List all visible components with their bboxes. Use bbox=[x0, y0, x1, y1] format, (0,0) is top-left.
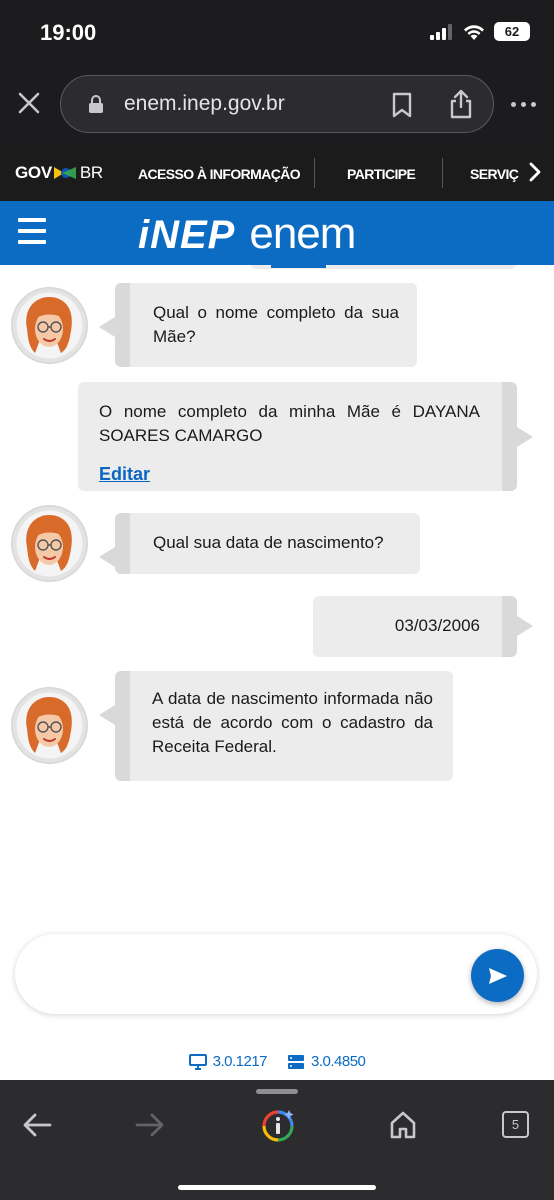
more-options-icon[interactable] bbox=[511, 102, 536, 107]
bot-message-text: A data de nascimento informada não está … bbox=[152, 689, 433, 756]
user-message-text: O nome completo da minha Mãe é DAYANA SO… bbox=[99, 402, 480, 445]
edit-link[interactable]: Editar bbox=[99, 462, 480, 486]
bot-message: A data de nascimento informada não está … bbox=[99, 671, 453, 781]
address-bar[interactable]: enem.inep.gov.br bbox=[60, 75, 494, 133]
chevron-right-icon[interactable] bbox=[528, 162, 542, 182]
home-indicator bbox=[178, 1185, 376, 1190]
home-icon[interactable] bbox=[389, 1110, 417, 1140]
bot-avatar bbox=[11, 287, 88, 364]
sheet-handle[interactable] bbox=[256, 1089, 298, 1094]
nav-divider bbox=[314, 158, 315, 188]
bot-message-text: Qual sua data de nascimento? bbox=[153, 533, 384, 552]
server-icon bbox=[288, 1054, 304, 1069]
wifi-icon bbox=[464, 24, 484, 40]
bot-message: Qual sua data de nascimento? bbox=[99, 513, 420, 574]
back-arrow-icon[interactable] bbox=[22, 1112, 52, 1138]
nav-link-acesso[interactable]: ACESSO À INFORMAÇÃO bbox=[138, 166, 301, 182]
monitor-icon bbox=[188, 1053, 207, 1070]
brand-inep: iNEP bbox=[138, 213, 236, 257]
backend-version: 3.0.4850 bbox=[287, 1053, 366, 1070]
brand-enem: enem bbox=[249, 209, 356, 258]
bot-avatar bbox=[11, 505, 88, 582]
gov-br-flag-icon bbox=[53, 167, 76, 179]
status-time: 19:00 bbox=[40, 20, 97, 45]
nav-link-servicos[interactable]: SERVIÇ bbox=[470, 166, 522, 182]
close-icon[interactable] bbox=[16, 90, 42, 116]
bot-avatar-icon bbox=[12, 288, 87, 363]
chat-area[interactable]: Qual o nome completo da sua Mãe? O nome … bbox=[0, 265, 554, 925]
bot-avatar bbox=[11, 687, 88, 764]
site-header: iNEP enem bbox=[0, 201, 554, 265]
menu-icon[interactable] bbox=[18, 218, 46, 244]
gov-nav-bar: GOV BR ACESSO À INFORMAÇÃO PARTICIPE SER… bbox=[0, 146, 554, 201]
forward-arrow-icon[interactable] bbox=[135, 1112, 165, 1138]
message-input[interactable] bbox=[15, 934, 537, 1014]
previous-message-link-edge bbox=[271, 265, 326, 268]
user-message: O nome completo da minha Mãe é DAYANA SO… bbox=[78, 382, 533, 491]
lock-icon bbox=[89, 95, 103, 113]
user-message-text: 03/03/2006 bbox=[394, 616, 480, 635]
google-lens-icon[interactable] bbox=[261, 1109, 295, 1143]
browser-toolbar: enem.inep.gov.br bbox=[0, 66, 554, 146]
gov-br-logo[interactable]: GOV BR bbox=[15, 163, 103, 183]
nav-link-participe[interactable]: PARTICIPE bbox=[347, 166, 416, 182]
battery-indicator: 62 bbox=[494, 22, 530, 41]
signal-icon bbox=[430, 23, 452, 40]
inep-enem-logo[interactable]: iNEP enem bbox=[138, 209, 356, 259]
bot-message: Qual o nome completo da sua Mãe? bbox=[99, 283, 417, 367]
bookmark-icon[interactable] bbox=[391, 92, 413, 118]
bot-avatar-icon bbox=[12, 506, 87, 581]
send-icon bbox=[488, 967, 507, 984]
tab-switcher-button[interactable]: 5 bbox=[502, 1111, 529, 1138]
frontend-version: 3.0.1217 bbox=[188, 1053, 268, 1070]
browser-bottom-bar: 5 bbox=[0, 1080, 554, 1200]
user-message: 03/03/2006 bbox=[313, 596, 533, 657]
status-bar: 19:00 62 bbox=[0, 0, 554, 66]
nav-divider bbox=[442, 158, 443, 188]
send-button[interactable] bbox=[471, 949, 524, 1002]
status-indicators: 62 bbox=[430, 22, 530, 41]
share-icon[interactable] bbox=[449, 89, 473, 119]
bot-message-text: Qual o nome completo da sua Mãe? bbox=[153, 303, 399, 346]
version-info: 3.0.1217 3.0.4850 bbox=[0, 1053, 554, 1070]
url-text: enem.inep.gov.br bbox=[124, 92, 285, 115]
bot-avatar-icon bbox=[12, 688, 87, 763]
